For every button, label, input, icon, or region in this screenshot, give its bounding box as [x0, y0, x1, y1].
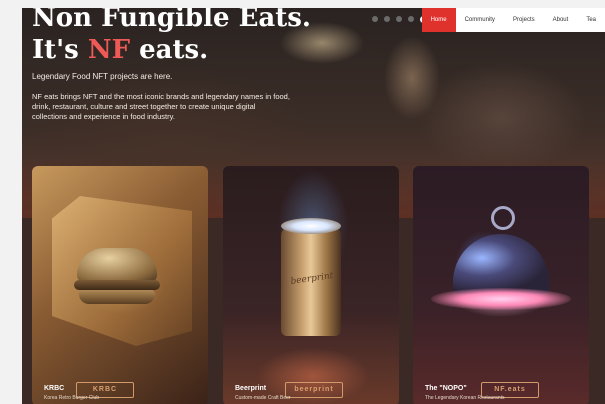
title-suffix: eats.: [130, 35, 209, 65]
social-links: [372, 16, 427, 23]
nav-team[interactable]: Tea: [577, 8, 605, 32]
nav-home[interactable]: Home: [421, 8, 456, 32]
title-accent: NF: [87, 35, 131, 65]
top-nav: Home Community Projects About Tea: [421, 8, 605, 32]
card-subtitle: Custom-made Craft Beer: [235, 395, 291, 401]
instagram-icon[interactable]: [408, 16, 414, 22]
beer-can-top: [281, 218, 341, 234]
cloche-image: [453, 234, 549, 294]
nav-projects[interactable]: Projects: [504, 8, 544, 32]
title-line-1: Non Fungible Eats.: [32, 8, 311, 33]
hero-description: NF eats brings NFT and the most iconic b…: [32, 92, 290, 121]
project-card-beerprint[interactable]: beerprint beerprint Beerprint Custom-mad…: [223, 166, 399, 404]
card-title: Beerprint: [235, 385, 267, 392]
project-card-nopo[interactable]: NF.eats The "NOPO" The Legendary Korean …: [413, 166, 589, 404]
patty: [74, 280, 160, 290]
bun-top: [77, 248, 157, 282]
bun-bottom: [79, 290, 155, 304]
discord-icon[interactable]: [372, 16, 378, 22]
card-title: KRBC: [44, 385, 65, 392]
title-line-2: It's NF eats.: [32, 34, 311, 66]
nav-about[interactable]: About: [544, 8, 578, 32]
title-prefix: It's: [32, 35, 88, 65]
cloche-handle: [491, 206, 515, 230]
project-card-krbc[interactable]: KRBC KRBC Korea Retro Burger Club: [32, 166, 208, 404]
cloche-plate-glow: [431, 288, 571, 310]
nav-community[interactable]: Community: [456, 8, 504, 32]
beerprint-sign: beerprint: [285, 382, 343, 398]
page-frame: Non Fungible Eats. It's NF eats. Legenda…: [22, 8, 605, 404]
card-subtitle: Korea Retro Burger Club: [44, 395, 100, 401]
card-subtitle: The Legendary Korean Restaurants: [425, 395, 505, 401]
burger-image: [74, 248, 160, 304]
tagline: Legendary Food NFT projects are here.: [32, 72, 173, 81]
card-title: The "NOPO": [425, 385, 467, 392]
page-title: Non Fungible Eats. It's NF eats.: [32, 8, 311, 66]
youtube-icon[interactable]: [396, 16, 402, 22]
twitter-icon[interactable]: [384, 16, 390, 22]
